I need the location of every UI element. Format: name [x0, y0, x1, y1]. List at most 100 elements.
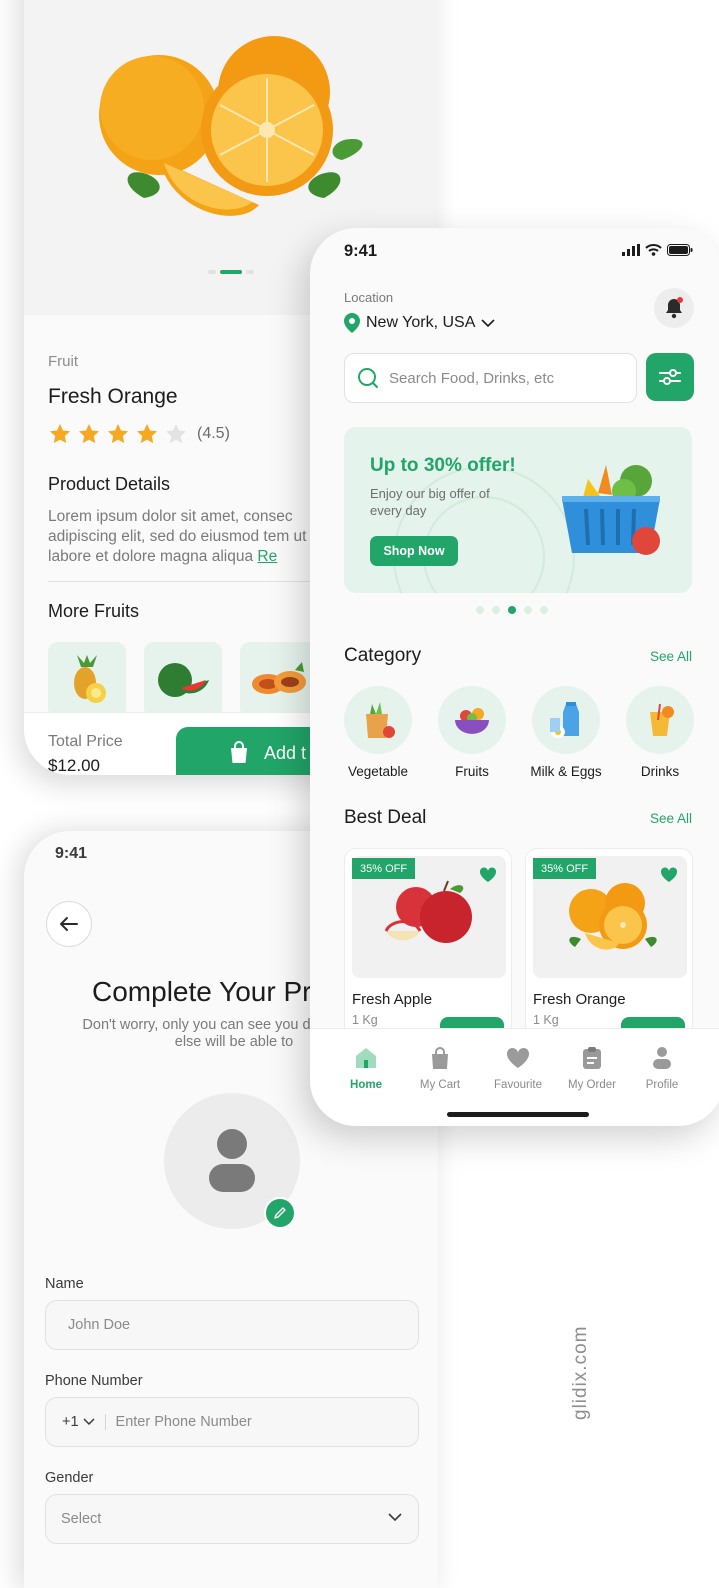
- category-label: Vegetable: [347, 764, 409, 779]
- location-selector[interactable]: New York, USA: [344, 313, 495, 333]
- user-silhouette-icon: [209, 1129, 255, 1192]
- category-heading: Category: [344, 645, 422, 666]
- phone-placeholder: Enter Phone Number: [115, 1414, 252, 1430]
- nav-my-order[interactable]: My Order: [552, 1045, 632, 1091]
- star-icon: [50, 424, 70, 444]
- best-deal-see-all-link[interactable]: See All: [650, 811, 692, 826]
- pencil-icon: [274, 1207, 286, 1219]
- watermark: glidix.com: [570, 1325, 591, 1420]
- status-time: 9:41: [55, 845, 88, 862]
- category-label: Milk & Eggs: [530, 764, 602, 779]
- back-button[interactable]: [46, 901, 92, 947]
- home-indicator[interactable]: [447, 1112, 589, 1117]
- carousel-dot[interactable]: [208, 270, 216, 274]
- pineapple-icon: [74, 655, 106, 703]
- heart-icon[interactable]: [660, 867, 678, 883]
- nav-label: Home: [350, 1079, 382, 1091]
- fruit-bowl-icon: [455, 708, 489, 734]
- carousel-dot-active[interactable]: [220, 270, 242, 274]
- deal-card-orange[interactable]: 35% OFF Fresh Orange 1 Kg: [525, 848, 693, 1048]
- category-fruits[interactable]: Fruits: [436, 686, 508, 779]
- location-label: Location: [344, 290, 394, 305]
- edit-avatar-button[interactable]: [264, 1197, 296, 1229]
- nav-favourite[interactable]: Favourite: [478, 1045, 558, 1091]
- cart-bag-icon: [432, 1047, 448, 1069]
- profile-icon: [653, 1047, 671, 1069]
- more-fruit-thumb-pineapple[interactable]: [48, 642, 126, 718]
- total-price-value: $12.00: [48, 756, 100, 775]
- more-fruit-thumb-papaya[interactable]: [240, 642, 318, 718]
- star-icon: [137, 424, 157, 444]
- banner-dots: [310, 606, 719, 614]
- banner-dot[interactable]: [492, 606, 500, 614]
- banner-subtitle: Enjoy our big offer of every day: [370, 486, 490, 518]
- banner-dot[interactable]: [540, 606, 548, 614]
- product-description: Lorem ipsum dolor sit amet, consec adipi…: [48, 507, 348, 567]
- name-input[interactable]: John Doe: [45, 1300, 419, 1350]
- search-icon: [358, 368, 378, 388]
- heart-icon[interactable]: [479, 867, 497, 883]
- star-icon: [108, 424, 128, 444]
- category-milk-eggs[interactable]: Milk & Eggs: [530, 686, 602, 779]
- category-see-all-link[interactable]: See All: [650, 649, 692, 664]
- more-fruits-heading: More Fruits: [48, 601, 140, 621]
- country-code: +1: [62, 1414, 79, 1430]
- name-placeholder: John Doe: [68, 1317, 131, 1333]
- total-price-label: Total Price: [48, 733, 123, 750]
- discount-badge: 35% OFF: [533, 858, 597, 879]
- category-drinks[interactable]: Drinks: [624, 686, 696, 779]
- gender-placeholder: Select: [61, 1511, 102, 1527]
- banner-dot-active[interactable]: [508, 606, 516, 614]
- gender-label: Gender: [45, 1470, 94, 1486]
- country-code-select[interactable]: +1: [62, 1414, 106, 1430]
- signal-icon: [622, 244, 640, 256]
- nav-label: Profile: [645, 1079, 679, 1091]
- search-input[interactable]: Search Food, Drinks, etc: [344, 353, 637, 403]
- category-label: Drinks: [640, 764, 680, 779]
- filter-button[interactable]: [646, 353, 694, 401]
- category-vegetable[interactable]: Vegetable: [342, 686, 414, 779]
- gender-select[interactable]: Select: [45, 1494, 419, 1544]
- product-details-heading: Product Details: [48, 474, 171, 494]
- page-title: Complete Your Pr: [92, 976, 312, 1007]
- order-clipboard-icon: [583, 1047, 601, 1069]
- chevron-down-icon: [388, 1513, 402, 1522]
- shopping-bag-icon: [231, 741, 247, 763]
- nav-label: Favourite: [494, 1079, 542, 1091]
- shop-now-button[interactable]: Shop Now: [370, 536, 458, 566]
- notification-button[interactable]: [654, 288, 694, 328]
- wifi-icon: [645, 244, 662, 256]
- status-icons: [622, 244, 693, 256]
- deal-weight: 1 Kg: [533, 1013, 559, 1027]
- watermelon-icon: [158, 663, 209, 697]
- star-icon: [79, 424, 99, 444]
- phone-input[interactable]: +1 Enter Phone Number: [45, 1397, 419, 1447]
- nav-profile[interactable]: Profile: [622, 1045, 702, 1091]
- deal-name: Fresh Apple: [352, 991, 433, 1008]
- nav-label: My Order: [568, 1079, 616, 1091]
- read-more-link[interactable]: Re: [257, 548, 277, 565]
- banner-title: Up to 30% offer!: [370, 455, 516, 476]
- banner-dot[interactable]: [476, 606, 484, 614]
- carousel-dot[interactable]: [246, 270, 254, 274]
- home-screen: 9:41 Location New York, USA Search Food,…: [310, 228, 719, 1126]
- deal-card-apple[interactable]: 35% OFF Fresh Apple 1 Kg: [344, 848, 512, 1048]
- battery-icon: [667, 244, 693, 256]
- product-category: Fruit: [48, 353, 78, 370]
- more-fruit-thumb-watermelon[interactable]: [144, 642, 222, 718]
- nav-home[interactable]: Home: [326, 1045, 406, 1091]
- apple-icon: [384, 880, 472, 943]
- nav-my-cart[interactable]: My Cart: [400, 1045, 480, 1091]
- offer-banner[interactable]: Up to 30% offer! Enjoy our big offer of …: [344, 427, 692, 593]
- location-value: New York, USA: [366, 314, 476, 331]
- search-placeholder: Search Food, Drinks, etc: [389, 369, 555, 387]
- nav-label: My Cart: [419, 1079, 461, 1091]
- name-label: Name: [45, 1276, 84, 1292]
- papaya-icon: [252, 662, 306, 694]
- rating-stars: (4.5): [48, 422, 230, 446]
- orange-product-image: [99, 36, 363, 216]
- grocery-basket-icon: [562, 465, 660, 555]
- banner-dot[interactable]: [524, 606, 532, 614]
- sliders-icon: [659, 369, 681, 385]
- star-empty-icon: [166, 424, 186, 444]
